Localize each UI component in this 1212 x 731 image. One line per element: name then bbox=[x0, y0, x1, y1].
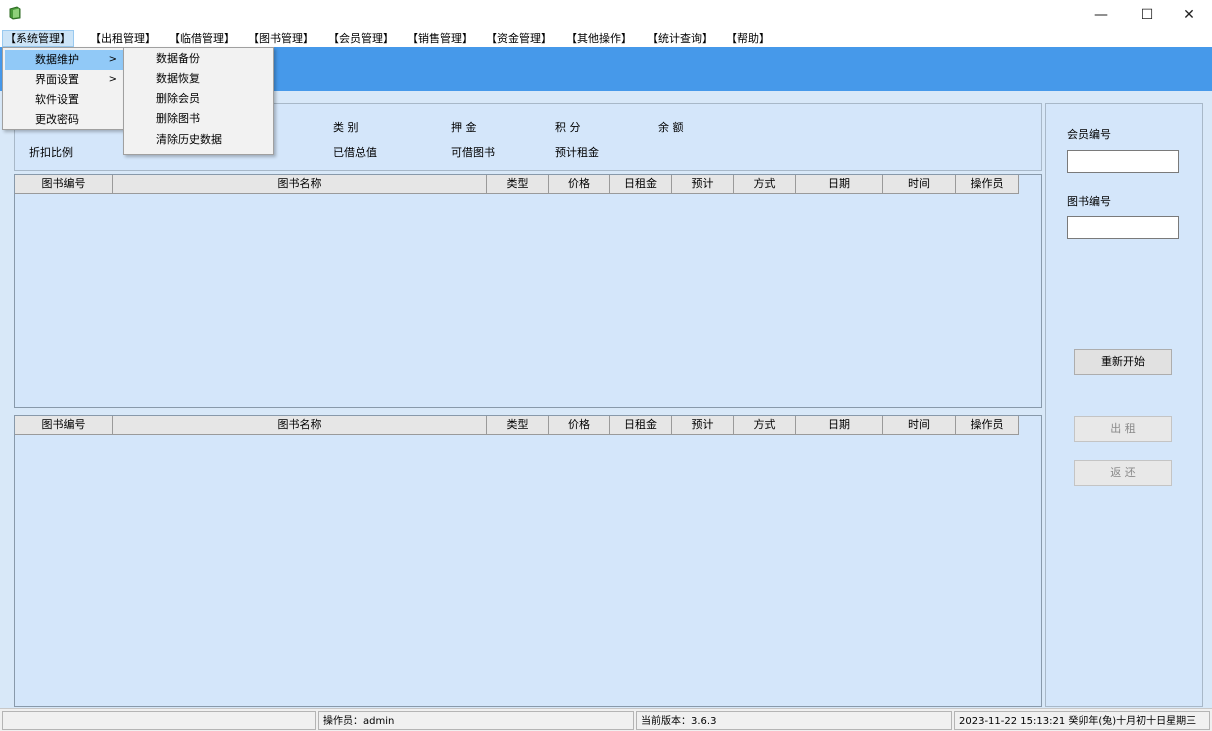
menu-item-backup[interactable]: 数据备份 bbox=[126, 49, 272, 69]
menu-item-change-password[interactable]: 更改密码 bbox=[5, 110, 123, 130]
menu-sales[interactable]: 【销售管理】 bbox=[405, 30, 475, 47]
col-book-id[interactable]: 图书编号 bbox=[15, 175, 113, 194]
balance-label: 余 额 bbox=[658, 121, 684, 134]
status-datetime: 2023-11-22 15:13:21 癸卯年(兔)十月初十日星期三 bbox=[954, 711, 1210, 730]
col-estimate[interactable]: 预计 bbox=[672, 175, 734, 194]
book-app-icon bbox=[9, 6, 21, 20]
col-type[interactable]: 类型 bbox=[487, 416, 549, 435]
system-menu-dropdown: 数据维护 > 界面设置 > 软件设置 更改密码 bbox=[2, 47, 125, 130]
borrowed-grid[interactable]: 图书编号 图书名称 类型 价格 日租金 预计 方式 日期 时间 操作员 bbox=[14, 415, 1042, 707]
category-label: 类 别 bbox=[333, 121, 359, 134]
borrowed-total-label: 已借总值 bbox=[333, 146, 377, 159]
menu-rental[interactable]: 【出租管理】 bbox=[88, 30, 158, 47]
col-price[interactable]: 价格 bbox=[549, 416, 610, 435]
col-date[interactable]: 日期 bbox=[796, 175, 883, 194]
menu-item-restore[interactable]: 数据恢复 bbox=[126, 69, 272, 89]
menu-temp-borrow[interactable]: 【临借管理】 bbox=[167, 30, 237, 47]
col-book-name[interactable]: 图书名称 bbox=[113, 175, 487, 194]
col-daily-rent[interactable]: 日租金 bbox=[610, 416, 672, 435]
borrowable-label: 可借图书 bbox=[451, 146, 495, 159]
side-panel: 会员编号 图书编号 重新开始 出 租 返 还 bbox=[1045, 103, 1203, 707]
chevron-right-icon: > bbox=[108, 54, 117, 65]
rental-grid-header: 图书编号 图书名称 类型 价格 日租金 预计 方式 日期 时间 操作员 bbox=[15, 175, 1019, 194]
menu-help[interactable]: 【帮助】 bbox=[724, 30, 772, 47]
col-price[interactable]: 价格 bbox=[549, 175, 610, 194]
menu-bar: 【系统管理】 【出租管理】 【临借管理】 【图书管理】 【会员管理】 【销售管理… bbox=[0, 30, 1212, 47]
col-method[interactable]: 方式 bbox=[734, 175, 796, 194]
status-version: 当前版本：3.6.3 bbox=[636, 711, 952, 730]
col-time[interactable]: 时间 bbox=[883, 175, 956, 194]
menu-books[interactable]: 【图书管理】 bbox=[246, 30, 316, 47]
col-type[interactable]: 类型 bbox=[487, 175, 549, 194]
col-estimate[interactable]: 预计 bbox=[672, 416, 734, 435]
book-id-input[interactable] bbox=[1067, 216, 1179, 239]
member-id-label: 会员编号 bbox=[1067, 128, 1111, 141]
discount-label: 折扣比例 bbox=[29, 146, 73, 159]
menu-funds[interactable]: 【资金管理】 bbox=[484, 30, 554, 47]
rent-button[interactable]: 出 租 bbox=[1074, 416, 1172, 442]
estimated-rent-label: 预计租金 bbox=[555, 146, 599, 159]
menu-item-software-settings[interactable]: 软件设置 bbox=[5, 90, 123, 110]
menu-members[interactable]: 【会员管理】 bbox=[326, 30, 396, 47]
col-date[interactable]: 日期 bbox=[796, 416, 883, 435]
menu-item-ui-settings[interactable]: 界面设置 > bbox=[5, 70, 123, 90]
menu-item-delete-member[interactable]: 删除会员 bbox=[126, 89, 272, 109]
status-operator: 操作员：admin bbox=[318, 711, 634, 730]
menu-item-label: 数据维护 bbox=[35, 53, 79, 66]
status-empty bbox=[2, 711, 316, 730]
col-operator[interactable]: 操作员 bbox=[956, 416, 1019, 435]
menu-system[interactable]: 【系统管理】 bbox=[2, 30, 74, 47]
status-bar: 操作员：admin 当前版本：3.6.3 2023-11-22 15:13:21… bbox=[0, 708, 1212, 731]
menu-item-data-maintenance[interactable]: 数据维护 > bbox=[5, 50, 123, 70]
maximize-button[interactable]: ☐ bbox=[1124, 0, 1170, 30]
points-label: 积 分 bbox=[555, 121, 581, 134]
menu-statistics[interactable]: 【统计查询】 bbox=[645, 30, 715, 47]
member-id-input[interactable] bbox=[1067, 150, 1179, 173]
chevron-right-icon: > bbox=[108, 74, 117, 85]
col-operator[interactable]: 操作员 bbox=[956, 175, 1019, 194]
title-bar: — ☐ ✕ bbox=[0, 0, 1212, 30]
book-id-label: 图书编号 bbox=[1067, 195, 1111, 208]
data-maintenance-submenu: 数据备份 数据恢复 删除会员 删除图书 清除历史数据 bbox=[123, 47, 274, 155]
col-book-name[interactable]: 图书名称 bbox=[113, 416, 487, 435]
menu-item-delete-book[interactable]: 删除图书 bbox=[126, 109, 272, 129]
borrowed-grid-header: 图书编号 图书名称 类型 价格 日租金 预计 方式 日期 时间 操作员 bbox=[15, 416, 1019, 435]
menu-item-label: 界面设置 bbox=[35, 73, 79, 86]
col-method[interactable]: 方式 bbox=[734, 416, 796, 435]
menu-other[interactable]: 【其他操作】 bbox=[564, 30, 634, 47]
restart-button[interactable]: 重新开始 bbox=[1074, 349, 1172, 375]
menu-item-clear-history[interactable]: 清除历史数据 bbox=[126, 130, 272, 150]
col-time[interactable]: 时间 bbox=[883, 416, 956, 435]
col-book-id[interactable]: 图书编号 bbox=[15, 416, 113, 435]
deposit-label: 押 金 bbox=[451, 121, 477, 134]
col-daily-rent[interactable]: 日租金 bbox=[610, 175, 672, 194]
close-button[interactable]: ✕ bbox=[1166, 0, 1212, 30]
minimize-button[interactable]: — bbox=[1078, 0, 1124, 30]
return-button[interactable]: 返 还 bbox=[1074, 460, 1172, 486]
rental-grid[interactable]: 图书编号 图书名称 类型 价格 日租金 预计 方式 日期 时间 操作员 bbox=[14, 174, 1042, 408]
